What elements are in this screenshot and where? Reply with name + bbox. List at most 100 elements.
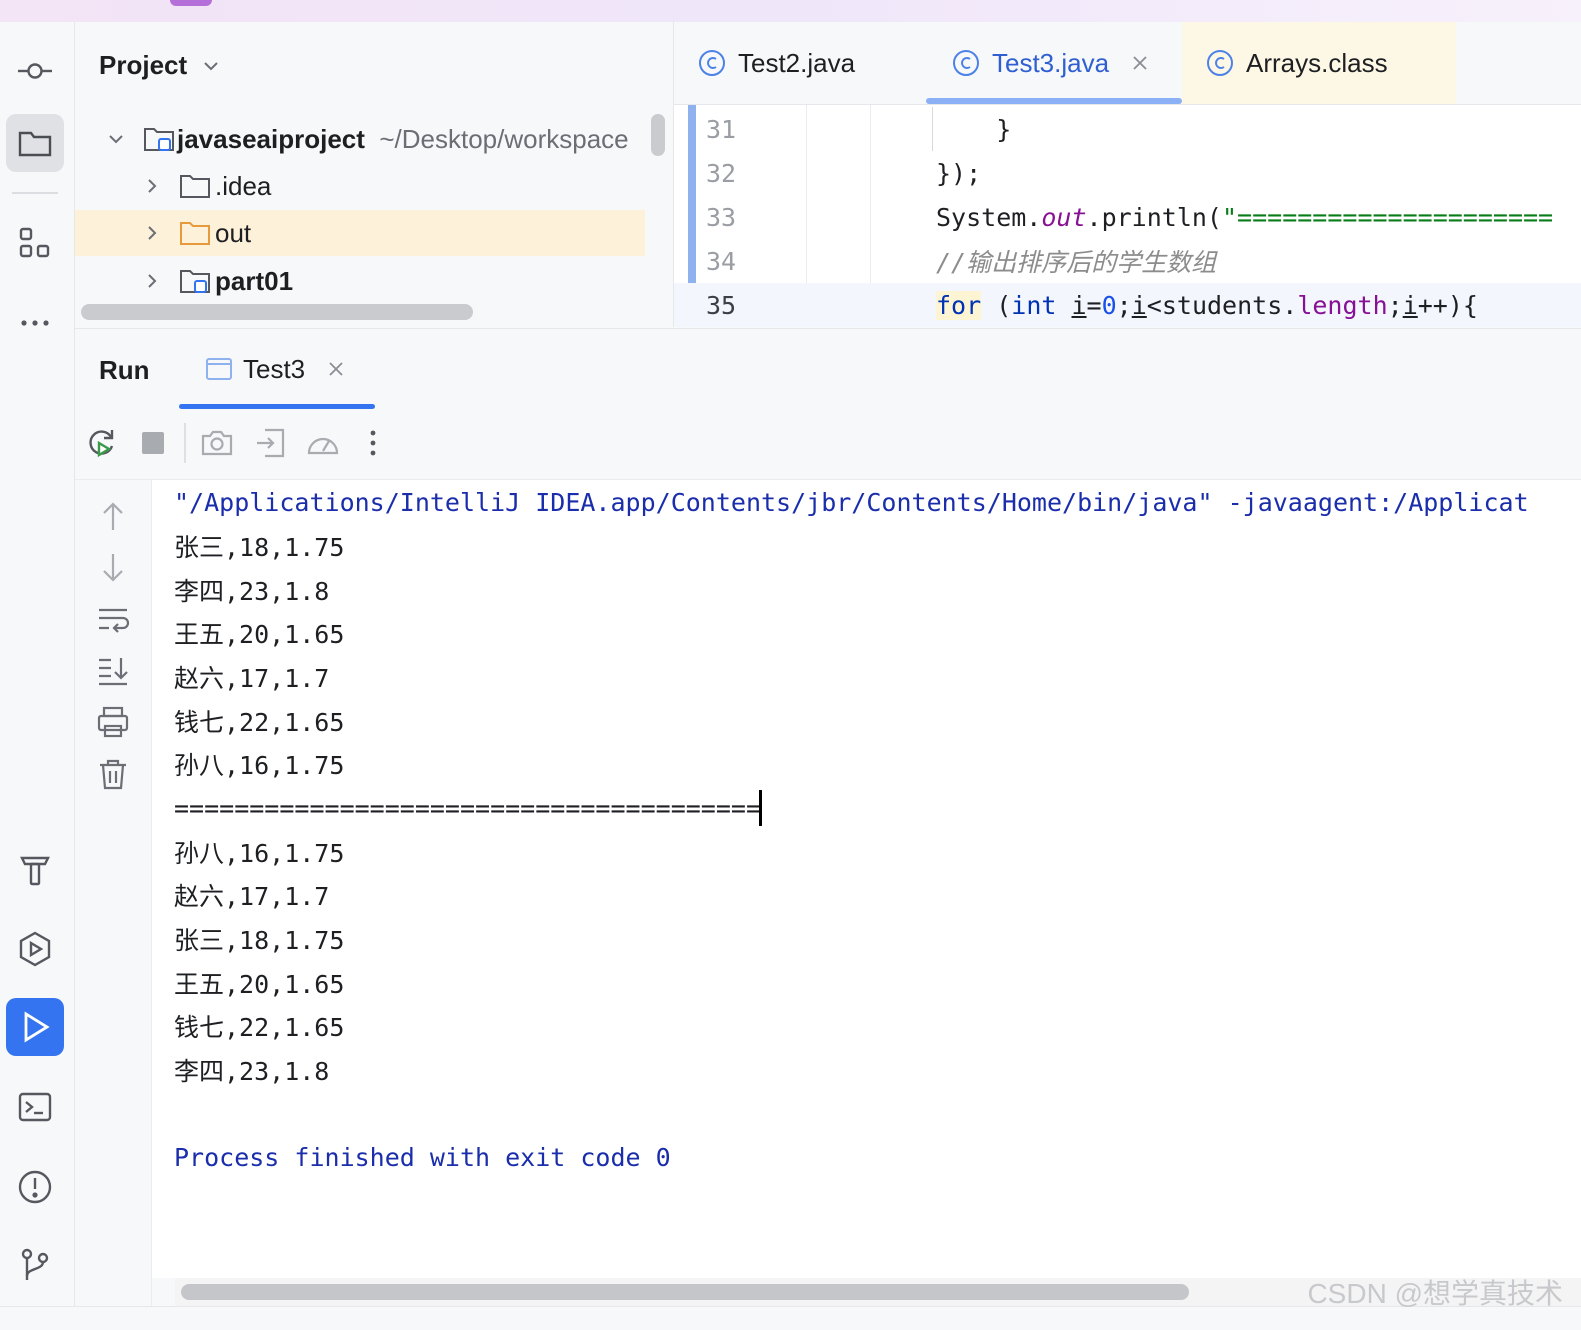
active-tab-indicator	[926, 98, 1182, 104]
run-icon[interactable]	[6, 998, 64, 1056]
tree-item-part01[interactable]: part01	[75, 258, 645, 304]
toolbar-divider	[184, 423, 186, 463]
git-icon[interactable]	[6, 1236, 64, 1294]
project-folder-icon[interactable]	[6, 114, 64, 172]
tab-arrays-class[interactable]: Arrays.class	[1182, 22, 1456, 104]
scroll-to-end-icon[interactable]	[95, 652, 131, 688]
arrow-down-icon[interactable]	[95, 550, 131, 586]
build-hammer-icon[interactable]	[6, 840, 64, 898]
title-strip	[0, 0, 1581, 22]
close-icon[interactable]	[1131, 54, 1149, 72]
camera-icon[interactable]	[199, 425, 235, 461]
class-icon	[699, 50, 725, 76]
code-text: });	[936, 158, 982, 188]
class-icon	[1207, 50, 1233, 76]
tab-label: Arrays.class	[1246, 47, 1388, 78]
vertical-scrollbar[interactable]	[651, 114, 665, 156]
project-panel: Project javaseaiproject ~/Desktop/worksp…	[75, 22, 674, 327]
folder-icon	[180, 175, 210, 198]
console-line: 钱七,22,1.65	[174, 1013, 345, 1042]
module-folder-icon	[180, 270, 210, 293]
run-tab-label: Test3	[243, 353, 306, 384]
code-text: for (int i=0;i<students.length;i++){	[936, 290, 1478, 320]
chevron-down-icon[interactable]	[107, 130, 125, 148]
horizontal-scrollbar[interactable]	[81, 304, 473, 320]
editor-tab-bar: Test2.java Test3.java Arrays.class	[674, 22, 1581, 105]
exit-icon[interactable]	[253, 425, 289, 461]
code-text: }	[936, 114, 1012, 144]
console-line: 钱七,22,1.65	[174, 708, 345, 737]
code-line[interactable]: 33 System.out.println("=================…	[674, 195, 1581, 239]
console-line: 赵六,17,1.7	[174, 664, 330, 693]
console-line: 李四,23,1.8	[174, 1057, 330, 1086]
close-icon[interactable]	[327, 360, 345, 378]
console-line: 孙八,16,1.75	[174, 839, 345, 868]
indent-guide	[932, 107, 933, 151]
stop-icon[interactable]	[135, 425, 171, 461]
problems-icon[interactable]	[6, 1158, 64, 1216]
tab-label: Test2.java	[738, 47, 856, 78]
more-options-icon[interactable]	[355, 425, 391, 461]
line-number: 34	[706, 246, 737, 276]
line-number: 33	[706, 202, 737, 232]
chevron-right-icon[interactable]	[143, 224, 161, 242]
console-line: 李四,23,1.8	[174, 577, 330, 606]
console-side-toolbar	[75, 480, 152, 1306]
chevron-right-icon[interactable]	[143, 272, 161, 290]
line-number: 35	[706, 290, 737, 320]
line-number: 31	[706, 114, 737, 144]
chevron-right-icon[interactable]	[143, 177, 161, 195]
structure-icon[interactable]	[6, 214, 64, 272]
profiler-icon[interactable]	[305, 425, 341, 461]
console-tab-icon	[206, 358, 232, 380]
class-icon	[953, 50, 979, 76]
tree-item-idea[interactable]: .idea	[75, 163, 645, 209]
console-line-exit: Process finished with exit code 0	[174, 1142, 671, 1172]
tab-label: Test3.java	[992, 47, 1110, 78]
tree-item-out[interactable]: out	[75, 210, 645, 256]
scrollbar-thumb[interactable]	[181, 1284, 1189, 1300]
run-toolbar	[75, 409, 1581, 480]
console-line: 王五,20,1.65	[174, 620, 345, 649]
toolbar-divider	[12, 192, 58, 194]
trash-icon[interactable]	[95, 756, 131, 792]
code-line-current[interactable]: 35 for (int i=0;i<students.length;i++){	[674, 283, 1581, 327]
tree-item-path: ~/Desktop/workspace	[379, 123, 629, 154]
commit-icon[interactable]	[6, 42, 64, 100]
console-line: 孙八,16,1.75	[174, 751, 345, 780]
soft-wrap-icon[interactable]	[95, 602, 131, 638]
run-panel-title: Run	[99, 355, 150, 385]
services-icon[interactable]	[6, 920, 64, 978]
arrow-up-icon[interactable]	[95, 498, 131, 534]
excluded-folder-icon	[180, 222, 210, 245]
code-editor[interactable]: 31 } 32 }); 33 System.out.println("=====…	[674, 105, 1581, 327]
run-tab-test3[interactable]: Test3	[205, 329, 345, 409]
run-panel-header: Run Test3	[75, 328, 1581, 410]
console-line: 王五,20,1.65	[174, 970, 345, 999]
console-line: 赵六,17,1.7	[174, 882, 330, 911]
code-comment: //输出排序后的学生数组	[936, 248, 1217, 277]
window-indicator	[170, 0, 212, 6]
console-line: 张三,18,1.75	[174, 533, 345, 562]
tree-item-label: .idea	[215, 170, 272, 201]
terminal-icon[interactable]	[6, 1078, 64, 1136]
code-line[interactable]: 32 });	[674, 151, 1581, 195]
print-icon[interactable]	[95, 704, 131, 740]
line-number: 32	[706, 158, 737, 188]
tree-item-javaseaiproject[interactable]: javaseaiproject ~/Desktop/workspace	[75, 116, 645, 162]
console-line: 张三,18,1.75	[174, 926, 345, 955]
rerun-icon[interactable]	[83, 425, 119, 461]
console-line-command: "/Applications/IntelliJ IDEA.app/Content…	[174, 487, 1529, 517]
code-line[interactable]: 31 }	[674, 107, 1581, 151]
more-icon[interactable]	[6, 294, 64, 352]
tree-item-label: out	[215, 217, 252, 248]
tree-item-label: javaseaiproject	[177, 123, 365, 154]
watermark: CSDN @想学真技术	[1307, 1278, 1563, 1309]
tab-test2-java[interactable]: Test2.java	[698, 22, 855, 104]
code-line[interactable]: 34 //输出排序后的学生数组	[674, 239, 1581, 283]
chevron-down-icon[interactable]	[201, 56, 221, 76]
console-output[interactable]: "/Applications/IntelliJ IDEA.app/Content…	[152, 480, 1581, 1278]
left-tool-window-bar	[0, 22, 75, 1329]
tab-test3-java[interactable]: Test3.java	[926, 22, 1182, 104]
project-panel-title[interactable]: Project	[99, 50, 187, 81]
